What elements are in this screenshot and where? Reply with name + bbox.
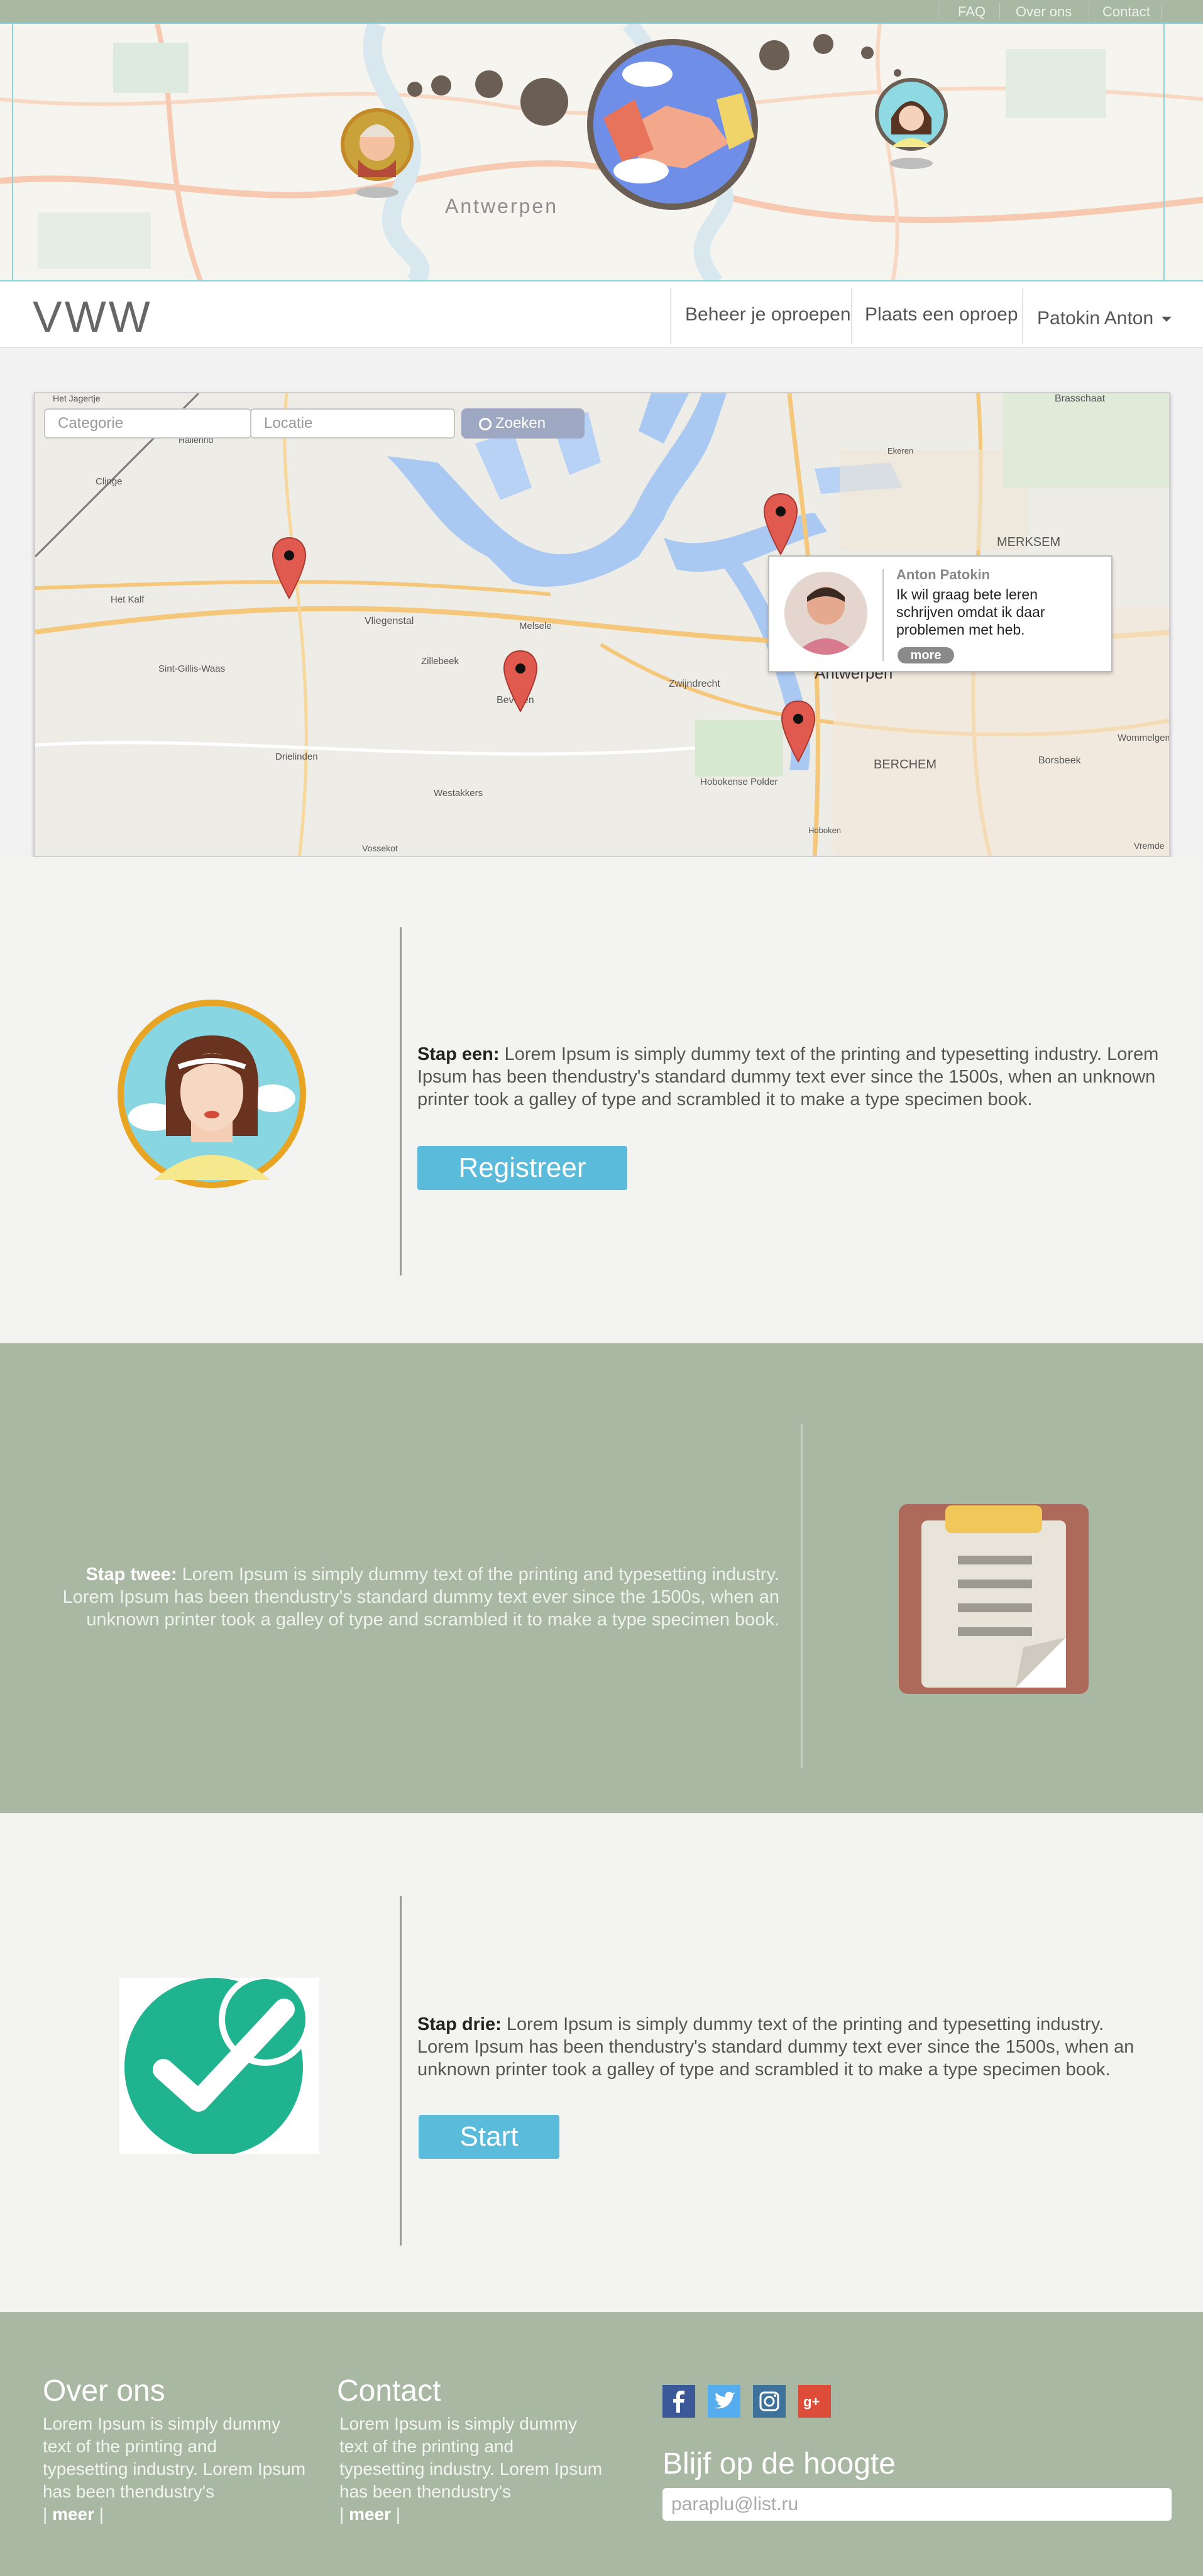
over-ons-meer-link[interactable]: meer bbox=[52, 2504, 94, 2524]
divider bbox=[801, 1424, 803, 1768]
map-label: Melsele bbox=[519, 621, 552, 631]
clipboard-icon bbox=[899, 1504, 1089, 1694]
user-name: Patokin Anton bbox=[1037, 308, 1154, 329]
search-icon bbox=[479, 417, 492, 430]
map-pin-icon[interactable] bbox=[779, 699, 817, 764]
over-ons-body: Lorem Ipsum is simply dummy text of the … bbox=[43, 2414, 306, 2501]
google-plus-icon[interactable]: g+ bbox=[798, 2385, 831, 2418]
map-label: Vremde bbox=[1134, 841, 1165, 851]
newsletter-email-input[interactable]: paraplu@list.ru bbox=[662, 2488, 1172, 2521]
map-label: BERCHEM bbox=[874, 758, 937, 772]
registreer-button[interactable]: Registreer bbox=[417, 1146, 627, 1190]
map-label: MERKSEM bbox=[997, 535, 1061, 549]
twitter-icon[interactable] bbox=[708, 2385, 740, 2418]
step-one-body: Lorem Ipsum is simply dummy text of the … bbox=[417, 1044, 1159, 1110]
more-button[interactable]: more bbox=[898, 647, 954, 663]
step-one-label: Stap een: bbox=[417, 1044, 500, 1064]
contact-text: Lorem Ipsum is simply dummy text of the … bbox=[339, 2414, 603, 2524]
map-pin-icon[interactable] bbox=[502, 648, 539, 714]
over-ons-link[interactable]: Over ons bbox=[1016, 4, 1072, 20]
faq-link[interactable]: FAQ bbox=[958, 4, 986, 20]
step-three-label: Stap drie: bbox=[417, 2014, 502, 2034]
hero-banner: Antwerpen bbox=[0, 23, 1203, 281]
map-label: Drielinden bbox=[275, 751, 318, 762]
svg-text:g+: g+ bbox=[803, 2394, 820, 2410]
newsletter-placeholder: paraplu@list.ru bbox=[671, 2494, 799, 2514]
map-label: Het Kalf bbox=[111, 594, 145, 605]
step-two-text: Stap twee: Lorem Ipsum is simply dummy t… bbox=[35, 1563, 779, 1631]
divider bbox=[999, 3, 1000, 19]
map-label: Westakkers bbox=[434, 788, 483, 799]
site-logo[interactable]: VWW bbox=[33, 292, 153, 342]
map-label: Zillebeek bbox=[421, 656, 459, 667]
map-label: Sint-Gillis-Waas bbox=[158, 663, 226, 674]
map-pin-icon[interactable] bbox=[762, 491, 799, 557]
top-bar: FAQ Over ons Contact bbox=[0, 0, 1203, 23]
divider bbox=[400, 927, 402, 1275]
divider bbox=[851, 288, 852, 344]
locatie-placeholder: Locatie bbox=[264, 415, 313, 432]
instagram-icon[interactable] bbox=[753, 2385, 786, 2418]
step-three-text: Stap drie: Lorem Ipsum is simply dummy t… bbox=[417, 2013, 1159, 2081]
categorie-placeholder: Categorie bbox=[58, 415, 124, 432]
nav-plaats-oproep[interactable]: Plaats een oproep bbox=[865, 304, 1018, 325]
map-label: Vliegenstal bbox=[365, 616, 414, 626]
map-label: Borsbeek bbox=[1038, 755, 1081, 766]
map-label: Brasschaat bbox=[1055, 393, 1106, 404]
divider bbox=[670, 288, 671, 344]
zoeken-label: Zoeken bbox=[495, 415, 546, 432]
hero-illustration bbox=[341, 34, 948, 210]
contact-meer-link[interactable]: meer bbox=[349, 2504, 391, 2524]
contact-link[interactable]: Contact bbox=[1102, 4, 1150, 20]
over-ons-text: Lorem Ipsum is simply dummy text of the … bbox=[43, 2414, 306, 2524]
categorie-input[interactable]: Categorie bbox=[44, 408, 251, 439]
map-label: Wommelgem bbox=[1118, 733, 1170, 743]
facebook-icon[interactable] bbox=[662, 2385, 695, 2418]
divider bbox=[1022, 288, 1023, 344]
divider bbox=[882, 569, 884, 661]
contact-heading: Contact bbox=[337, 2374, 441, 2408]
step-two-label: Stap twee: bbox=[85, 1564, 177, 1585]
popup-name: Anton Patokin bbox=[896, 567, 991, 582]
avatar bbox=[784, 572, 867, 655]
step-one-text: Stap een: Lorem Ipsum is simply dummy te… bbox=[417, 1043, 1159, 1111]
contact-body: Lorem Ipsum is simply dummy text of the … bbox=[339, 2414, 603, 2501]
map-label: Ekeren bbox=[887, 446, 914, 456]
caret-down-icon bbox=[1161, 317, 1172, 322]
woman-avatar-icon bbox=[118, 1000, 306, 1188]
start-button[interactable]: Start bbox=[419, 2115, 559, 2159]
step-three-body: Lorem Ipsum is simply dummy text of the … bbox=[417, 2014, 1134, 2080]
divider bbox=[400, 1896, 402, 2246]
nav-beheer-oproepen[interactable]: Beheer je oproepen bbox=[685, 304, 851, 325]
map-label: Vossekot bbox=[362, 843, 398, 853]
zoeken-button[interactable]: Zoeken bbox=[461, 408, 585, 439]
map-label: Clinge bbox=[96, 476, 123, 487]
map-popup: Anton Patokin Ik wil graag bete leren sc… bbox=[768, 555, 1112, 672]
user-menu[interactable]: Patokin Anton bbox=[1037, 308, 1172, 329]
map-label: Hoboken bbox=[808, 826, 842, 835]
map-label: Het Jagertje bbox=[53, 393, 101, 403]
map-label: Zwijndrecht bbox=[669, 679, 720, 689]
checkmark-icon bbox=[119, 1978, 319, 2154]
map-label: Hobokense Polder bbox=[700, 777, 778, 787]
locatie-input[interactable]: Locatie bbox=[250, 408, 455, 439]
map-pin-icon[interactable] bbox=[270, 535, 308, 601]
newsletter-heading: Blijf op de hoogte bbox=[662, 2447, 896, 2480]
popup-text: Ik wil graag bete leren schrijven omdat … bbox=[896, 586, 1045, 638]
over-ons-heading: Over ons bbox=[43, 2374, 165, 2408]
